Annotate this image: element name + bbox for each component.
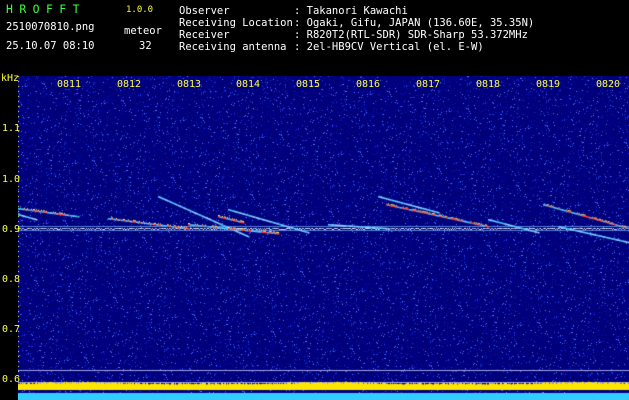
y-tick-label: 0.6: [2, 374, 21, 385]
x-tick-label: 0818: [476, 79, 501, 90]
y-tick-label: 0.7: [2, 324, 21, 335]
spectrogram-plot: [18, 76, 629, 400]
y-tick-label: 0.8: [2, 274, 21, 285]
y-tick-label: 1.0: [2, 174, 21, 185]
y-axis-unit: kHz: [1, 73, 20, 84]
x-tick-label: 0814: [236, 79, 261, 90]
location-value: : Ogaki, Gifu, JAPAN (136.60E, 35.35N): [294, 17, 535, 29]
meteor-count: 32: [139, 40, 152, 52]
x-tick-label: 0820: [596, 79, 621, 90]
meteor-label: meteor: [124, 25, 162, 37]
x-tick-label: 0813: [177, 79, 202, 90]
y-tick-label: 0.9: [2, 224, 21, 235]
x-tick-label: 0817: [416, 79, 441, 90]
x-tick-label: 0816: [356, 79, 381, 90]
observer-value: : Takanori Kawachi: [294, 5, 408, 17]
observer-label: Observer: [179, 5, 230, 17]
antenna-label: Receiving antenna: [179, 41, 287, 53]
header-panel: HROFFT 1.0.0 2510070810.png meteor 25.10…: [0, 0, 629, 74]
timestamp: 25.10.07 08:10: [6, 40, 95, 52]
y-tick-label: 1.1: [2, 123, 21, 134]
x-tick-label: 0819: [536, 79, 561, 90]
receiver-value: : R820T2(RTL-SDR) SDR-Sharp 53.372MHz: [294, 29, 528, 41]
location-label: Receiving Location: [179, 17, 293, 29]
x-tick-label: 0812: [117, 79, 142, 90]
app-title: HROFFT: [6, 2, 86, 16]
x-tick-label: 0811: [57, 79, 82, 90]
app-version: 1.0.0: [126, 5, 154, 15]
x-tick-label: 0815: [296, 79, 321, 90]
image-filename: 2510070810.png: [6, 21, 95, 33]
receiver-label: Receiver: [179, 29, 230, 41]
antenna-value: : 2el-HB9CV Vertical (el. E-W): [294, 41, 484, 53]
